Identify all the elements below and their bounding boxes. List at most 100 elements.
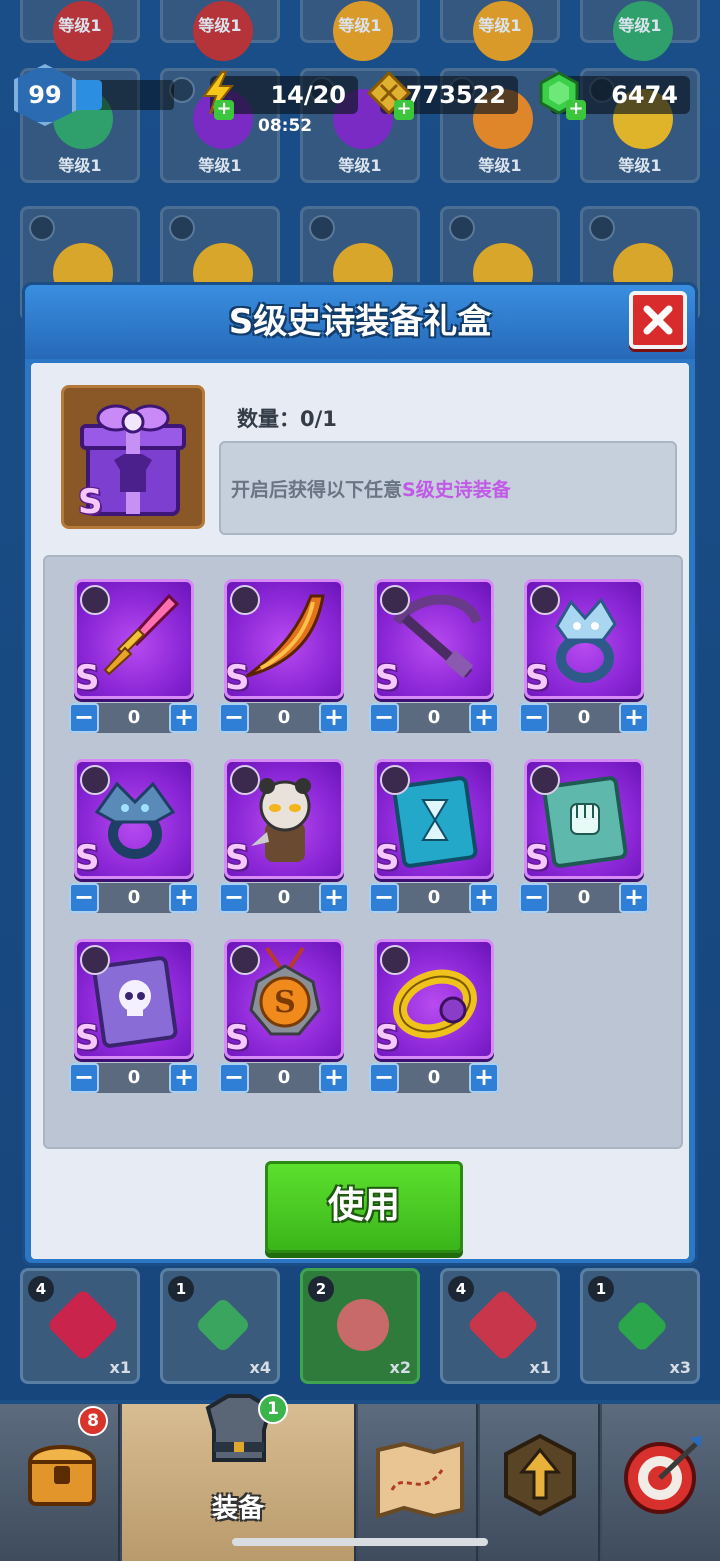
quantity-value: 0 [277,1067,291,1088]
increment-button[interactable]: + [319,703,349,733]
level-label: 等级1 [618,16,662,35]
close-icon [643,305,673,335]
gem-card[interactable]: 1 x3 [580,1268,700,1384]
quantity-label: 数量：0/1 [237,407,337,431]
gem-count-badge: 4 [28,1276,54,1302]
slot-icon [29,215,55,241]
inventory-card[interactable]: 等级1 [440,0,560,61]
increment-button[interactable]: + [319,1063,349,1093]
book-type-icon [380,765,410,795]
mixed-gem-icon [326,1288,400,1362]
item-card[interactable]: S [224,579,344,699]
increment-button[interactable]: + [619,703,649,733]
decrement-button[interactable]: − [519,703,549,733]
increment-button[interactable]: + [469,883,499,913]
quantity-stepper: − 0 + [219,703,349,733]
level-label: 等级1 [478,16,522,35]
level-label: 等级1 [198,16,242,35]
gem-card[interactable]: 1 x4 [160,1268,280,1384]
item-card[interactable]: S [74,939,194,1059]
inventory-card[interactable]: 等级1 [160,0,280,61]
inventory-card[interactable]: 等级1 [300,0,420,61]
nav-upgrade[interactable] [480,1404,600,1561]
gift-box-icon: S [61,385,205,529]
add-energy-button[interactable]: + [214,100,234,120]
quantity-stepper: − 0 + [219,883,349,913]
ruby-gem-icon [46,1288,120,1362]
quantity-value: 0 [427,887,441,908]
decrement-button[interactable]: − [369,883,399,913]
quantity-value: 0 [127,887,141,908]
add-gems-button[interactable]: + [566,100,586,120]
ring-type-icon [530,585,560,615]
gem-value: 6474 [611,81,678,109]
item-card[interactable]: S [524,579,644,699]
grade-label: S [75,658,100,698]
item-card[interactable]: S [374,939,494,1059]
decrement-button[interactable]: − [69,883,99,913]
pet-paw-icon [230,765,260,795]
gem-card[interactable]: 4 x1 [20,1268,140,1384]
reward-item: S − 0 + [69,939,199,1099]
increment-button[interactable]: + [169,1063,199,1093]
decrement-button[interactable]: − [369,703,399,733]
grade-label: S [375,838,400,878]
level-label: 等级1 [478,156,522,175]
level-label: 等级1 [338,16,382,35]
gold-counter[interactable]: + 773522 [366,70,518,120]
grade-label: S [225,1018,250,1058]
item-card[interactable]: S [74,759,194,879]
item-card[interactable]: S [224,759,344,879]
nav-target[interactable] [602,1404,720,1561]
description-text: 开启后获得以下任意 [231,478,403,501]
gem-counter[interactable]: + 6474 [539,71,690,120]
increment-button[interactable]: + [319,883,349,913]
item-card[interactable]: S [374,579,494,699]
slot-icon [309,215,335,241]
level-label: 等级1 [198,156,242,175]
decrement-button[interactable]: − [519,883,549,913]
quantity-value: 0 [427,707,441,728]
item-card[interactable]: S [374,759,494,879]
increment-button[interactable]: + [619,883,649,913]
gem-card[interactable]: 4 x1 [440,1268,560,1384]
reward-item: S − 0 + [219,579,349,739]
use-button[interactable]: 使用 [265,1161,463,1253]
close-button[interactable] [629,291,687,349]
quantity-value: 0 [577,887,591,908]
energy-counter[interactable]: + 14/20 [202,71,358,120]
decrement-button[interactable]: − [219,703,249,733]
ruby-gem-icon [466,1288,540,1362]
quantity-stepper: − 0 + [369,1063,499,1093]
decrement-button[interactable]: − [219,1063,249,1093]
increment-button[interactable]: + [469,1063,499,1093]
inventory-card[interactable]: 等级1 [580,0,700,61]
level-label: 等级1 [618,156,662,175]
quantity-stepper: − 0 + [369,883,499,913]
item-card[interactable]: S [524,759,644,879]
inventory-card[interactable]: 等级1 [20,0,140,61]
increment-button[interactable]: + [169,703,199,733]
gem-count-badge: 1 [168,1276,194,1302]
player-level-badge[interactable]: 99 [14,64,76,126]
decrement-button[interactable]: − [69,703,99,733]
decrement-button[interactable]: − [369,1063,399,1093]
decrement-button[interactable]: − [219,883,249,913]
reward-item: S − 0 + [519,579,649,739]
increment-button[interactable]: + [169,883,199,913]
nav-chest[interactable]: 8 [0,1404,120,1561]
dialog-header: S级史诗装备礼盒 [25,285,695,359]
item-card[interactable]: S [74,579,194,699]
add-gold-button[interactable]: + [394,100,414,120]
gem-card[interactable]: 2 x2 [300,1268,420,1384]
grade-label: S [525,838,550,878]
home-indicator[interactable] [232,1538,488,1546]
description-box: 开启后获得以下任意 S级史诗装备 [219,441,677,535]
gold-value: 773522 [405,81,506,109]
gem-multiplier: x3 [669,1358,691,1377]
increment-button[interactable]: + [469,703,499,733]
equipment-badge: 1 [258,1394,288,1424]
item-card[interactable]: S S [224,939,344,1059]
box-grade-label: S [78,482,103,522]
decrement-button[interactable]: − [69,1063,99,1093]
